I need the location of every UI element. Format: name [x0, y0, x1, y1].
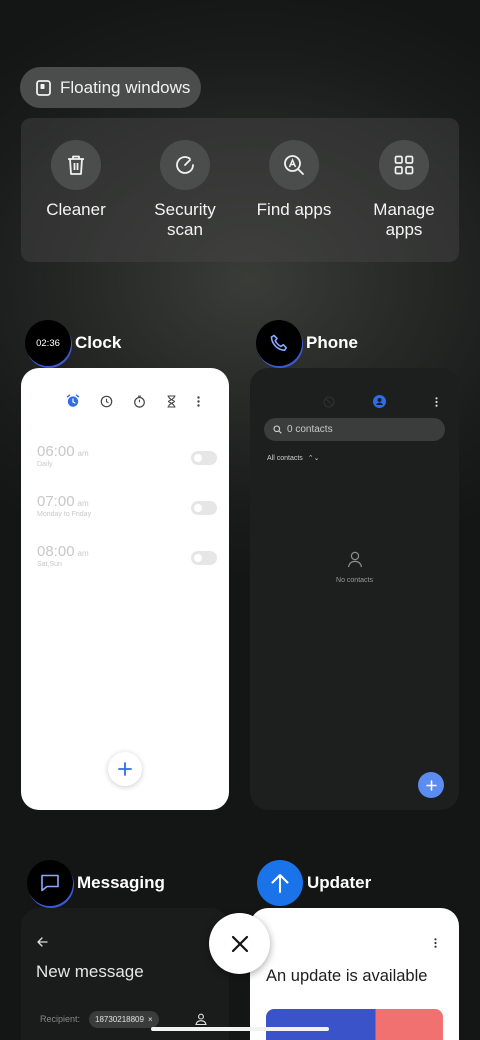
plus-icon: [118, 762, 132, 776]
add-alarm-button[interactable]: [108, 752, 142, 786]
alarm-item[interactable]: 07:00 am Monday to Friday: [37, 493, 217, 518]
messaging-app-header[interactable]: Messaging: [27, 860, 165, 906]
contacts-filter-label: All contacts: [267, 455, 303, 462]
alarm-repeat: Daily: [37, 461, 53, 468]
add-contact-button[interactable]: [418, 772, 444, 798]
alarm-icon[interactable]: [66, 394, 80, 408]
more-options-icon[interactable]: [435, 397, 438, 407]
clock-tab-bar: [66, 394, 200, 408]
clock-app-card[interactable]: 06:00 am Daily 07:00 am Monday to Friday 0…: [21, 368, 229, 810]
alarm-toggle[interactable]: [191, 451, 217, 465]
cleaner-label: Cleaner: [46, 200, 106, 219]
security-scan-label: Security scan: [154, 200, 216, 239]
floating-windows-label: Floating windows: [60, 77, 191, 97]
alarm-ampm: am: [77, 499, 89, 508]
floating-window-icon: [36, 79, 51, 96]
empty-contacts-state: No contacts: [250, 550, 459, 584]
phone-app-header[interactable]: Phone: [256, 320, 358, 366]
recipient-chip[interactable]: 18730218809 ×: [89, 1011, 159, 1028]
updater-app-name: Updater: [307, 873, 372, 892]
plus-icon: [425, 779, 437, 791]
quick-actions-panel: Cleaner Security scan Find apps Manage a…: [21, 118, 459, 262]
chat-bubble-icon: [41, 874, 59, 892]
chevron-updown-icon: ⌃⌄: [307, 455, 320, 462]
alarm-item[interactable]: 06:00 am Daily: [37, 443, 217, 468]
clock-app-icon: 02:36: [25, 320, 71, 366]
phone-icon: [270, 334, 287, 352]
security-scan-icon: [176, 156, 194, 174]
alarm-toggle[interactable]: [191, 551, 217, 565]
new-message-title: New message: [36, 962, 144, 981]
person-icon: [347, 551, 362, 568]
close-icon: [231, 935, 248, 952]
alarm-time: 08:00: [37, 543, 75, 560]
messaging-app-icon: [27, 860, 73, 906]
alarm-time: 06:00: [37, 443, 75, 460]
empty-contacts-text: No contacts: [336, 577, 373, 584]
phone-app-icon: [256, 320, 302, 366]
find-apps-label: Find apps: [256, 200, 332, 219]
alarm-ampm: am: [77, 449, 89, 458]
more-options-icon[interactable]: [434, 938, 437, 948]
updater-app-card[interactable]: An update is available: [250, 908, 459, 1040]
updater-app-header[interactable]: Updater: [257, 860, 371, 906]
alarm-repeat: Sat,Sun: [37, 561, 62, 568]
home-indicator[interactable]: [151, 1027, 329, 1031]
recipient-label: Recipient:: [40, 1014, 81, 1024]
grid-icon: [394, 155, 414, 175]
find-apps-icon: [284, 155, 304, 175]
close-all-button[interactable]: [209, 913, 270, 974]
timer-icon[interactable]: [166, 394, 177, 408]
phone-app-name: Phone: [306, 333, 358, 352]
arrow-up-icon: [271, 874, 289, 893]
more-options-icon[interactable]: [197, 395, 200, 407]
contacts-tab-icon[interactable]: [373, 395, 386, 408]
recents-icon[interactable]: [323, 396, 335, 408]
clock-app-name: Clock: [75, 333, 122, 352]
alarm-ampm: am: [77, 549, 89, 558]
update-available-text: An update is available: [266, 967, 428, 985]
stopwatch-icon[interactable]: [133, 395, 146, 408]
manage-apps-button[interactable]: Manage apps: [354, 140, 454, 240]
alarm-item[interactable]: 08:00 am Sat,Sun: [37, 543, 217, 568]
phone-app-card[interactable]: 0 contacts All contacts ⌃⌄ No contacts: [250, 368, 459, 810]
update-banner-image: [266, 1009, 443, 1040]
cleaner-button[interactable]: Cleaner: [26, 140, 126, 220]
trash-icon: [68, 155, 84, 175]
contacts-filter-dropdown[interactable]: All contacts ⌃⌄: [267, 454, 319, 462]
find-apps-button[interactable]: Find apps: [244, 140, 344, 220]
manage-apps-label: Manage apps: [373, 200, 435, 239]
contacts-search-input[interactable]: 0 contacts: [264, 418, 445, 441]
alarm-toggle[interactable]: [191, 501, 217, 515]
search-icon: [273, 425, 282, 434]
security-scan-button[interactable]: Security scan: [135, 140, 235, 240]
contacts-search-placeholder: 0 contacts: [287, 424, 333, 435]
floating-windows-button[interactable]: Floating windows: [20, 67, 201, 108]
alarm-time: 07:00: [37, 493, 75, 510]
remove-recipient-icon[interactable]: ×: [148, 1015, 153, 1024]
messaging-app-card[interactable]: New message Recipient: 18730218809 ×: [21, 908, 229, 1040]
clock-icon-time: 02:36: [36, 337, 60, 349]
clock-app-header[interactable]: 02:36 Clock: [25, 320, 121, 366]
contact-picker-icon[interactable]: [195, 1013, 207, 1025]
world-clock-icon[interactable]: [100, 395, 113, 408]
updater-app-icon: [257, 860, 303, 906]
recipient-number: 18730218809: [95, 1015, 144, 1024]
back-arrow-icon[interactable]: [37, 937, 48, 947]
alarm-repeat: Monday to Friday: [37, 511, 92, 518]
messaging-app-name: Messaging: [77, 873, 165, 892]
